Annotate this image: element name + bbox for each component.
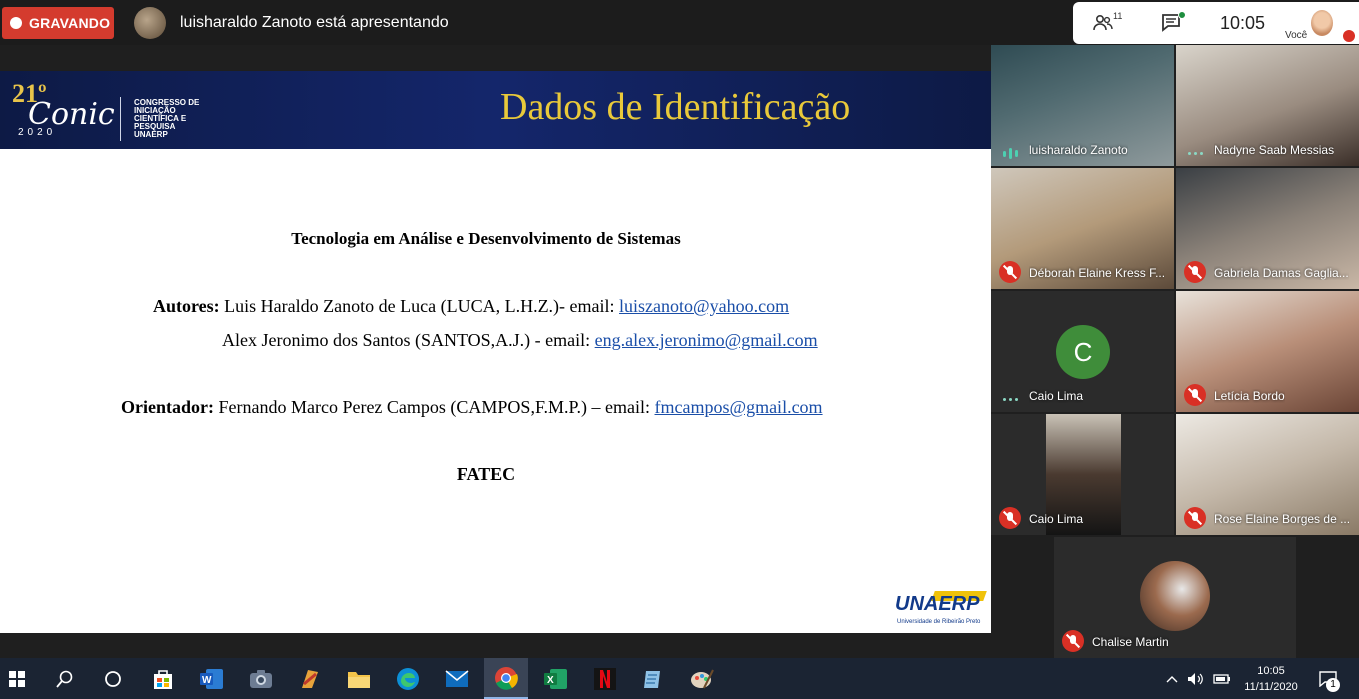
author-2-email-link[interactable]: eng.alex.jeronimo@gmail.com [595,330,818,350]
paint-3d-icon[interactable] [687,664,717,694]
muted-mic-icon [1062,630,1084,652]
meeting-top-bar: GRAVANDO luisharaldo Zanoto está apresen… [0,0,1359,45]
people-count: 11 [1113,11,1123,21]
unaerp-logo-subtitle: Universidade de Ribeirão Preto [897,619,981,625]
recording-label: GRAVANDO [29,15,111,31]
conic-logo: 21º Conic 2020 Congresso de Iniciação Ci… [10,79,199,141]
svg-text:W: W [202,675,212,686]
mail-icon[interactable] [442,664,472,694]
slide: 21º Conic 2020 Congresso de Iniciação Ci… [0,71,991,633]
edge-icon[interactable] [393,664,423,694]
netflix-icon[interactable] [590,664,620,694]
muted-mic-icon [1184,507,1206,529]
logo-divider [120,97,121,141]
authors-label: Autores: [153,296,220,316]
search-icon[interactable] [50,664,80,694]
unmuted-indicator-icon [1188,145,1208,156]
volume-icon[interactable] [1184,664,1208,694]
slide-header: 21º Conic 2020 Congresso de Iniciação Ci… [0,71,991,149]
system-date: 11/11/2020 [1244,681,1298,693]
participant-tile[interactable]: Rose Elaine Borges de ... [1176,414,1359,535]
unaerp-logo-wordmark: UNAERP [895,593,980,615]
participant-tile[interactable]: C Caio Lima [991,291,1174,412]
camera-icon[interactable] [246,664,276,694]
participant-tile[interactable]: Chalise Martin [1054,537,1296,658]
participant-name: Rose Elaine Borges de ... [1214,512,1351,526]
self-label: Você [1285,30,1308,41]
conic-logo-year: 2020 [18,127,57,138]
muted-mic-icon [999,507,1021,529]
self-avatar[interactable] [1311,10,1333,36]
recording-badge: GRAVANDO [2,7,114,39]
author-line-1: Autores: Luis Haraldo Zanoto de Luca (LU… [153,296,789,317]
muted-mic-icon [1184,384,1206,406]
participant-name: luisharaldo Zanoto [1029,143,1128,157]
slide-title: Dados de Identificação [500,86,851,128]
conic-logo-tagline: Congresso de Iniciação Científica e Pesq… [134,98,200,139]
muted-mic-icon [999,261,1021,283]
muted-mic-icon [1184,261,1206,283]
store-icon[interactable] [148,664,178,694]
battery-icon[interactable] [1210,664,1234,694]
unmuted-indicator-icon [1003,391,1023,402]
notification-count-badge: 1 [1326,678,1340,692]
participant-name: Nadyne Saab Messias [1214,143,1335,157]
author-line-2: Alex Jeronimo dos Santos (SANTOS,A.J.) -… [222,330,818,351]
chat-notification-dot [1178,11,1186,19]
author-2-text: Alex Jeronimo dos Santos (SANTOS,A.J.) -… [222,330,591,350]
people-button[interactable]: 11 [1093,11,1133,35]
people-icon [1093,15,1113,31]
system-clock[interactable]: 10:05 11/11/2020 [1240,663,1302,695]
presenting-text: luisharaldo Zanoto está apresentando [180,14,449,31]
self-muted-mic-icon[interactable] [1343,30,1355,42]
participant-name: Caio Lima [1029,512,1084,526]
participant-tile[interactable]: Caio Lima [991,414,1174,535]
meeting-controls-panel: 11 10:05 Você [1073,2,1359,44]
windows-taskbar: W X 10:05 11/11/2020 1 [0,658,1359,699]
unaerp-logo: UNAERP Universidade de Ribeirão Preto [895,589,987,629]
show-hidden-icons-icon[interactable] [1160,664,1184,694]
participant-name: Gabriela Damas Gaglia... [1214,266,1349,280]
task-view-icon[interactable] [98,664,128,694]
advisor-text: Fernando Marco Perez Campos (CAMPOS,F.M.… [218,397,651,417]
presentation-area: 21º Conic 2020 Congresso de Iniciação Ci… [0,45,991,658]
participant-tile[interactable]: Letícia Bordo [1176,291,1359,412]
participant-avatar [1140,561,1210,631]
record-dot-icon [10,17,22,29]
system-time: 10:05 [1257,665,1285,677]
participant-tile[interactable]: Gabriela Damas Gaglia... [1176,168,1359,289]
institution-name: FATEC [456,464,516,484]
windows-start-icon[interactable] [2,664,32,694]
meeting-clock: 10:05 [1220,13,1266,33]
participant-tile[interactable]: Nadyne Saab Messias [1176,45,1359,166]
advisor-label: Orientador: [121,397,214,417]
participant-name: Letícia Bordo [1214,389,1285,403]
author-1-text: Luis Haraldo Zanoto de Luca (LUCA, L.H.Z… [224,296,615,316]
chrome-icon[interactable] [484,658,528,699]
paint-icon[interactable] [295,664,325,694]
advisor-line: Orientador: Fernando Marco Perez Campos … [121,397,823,418]
presenter-avatar [134,7,166,39]
chat-button[interactable] [1161,11,1186,34]
speaking-indicator-icon [1003,145,1023,160]
participant-name: Caio Lima [1029,389,1084,403]
svg-text:X: X [547,675,554,686]
file-explorer-icon[interactable] [344,664,374,694]
participant-tile[interactable]: Déborah Elaine Kress F... [991,168,1174,289]
participant-name: Chalise Martin [1092,635,1169,649]
word-icon[interactable]: W [197,664,227,694]
course-name: Tecnologia em Análise e Desenvolvimento … [291,229,681,248]
advisor-email-link[interactable]: fmcampos@gmail.com [655,397,823,417]
author-1-email-link[interactable]: luiszanoto@yahoo.com [619,296,789,316]
notepad-icon[interactable] [638,664,668,694]
participant-name: Déborah Elaine Kress F... [1029,266,1166,280]
participant-initial-avatar: C [1056,325,1110,379]
participant-tile[interactable]: luisharaldo Zanoto [991,45,1174,166]
excel-icon[interactable]: X [541,664,571,694]
